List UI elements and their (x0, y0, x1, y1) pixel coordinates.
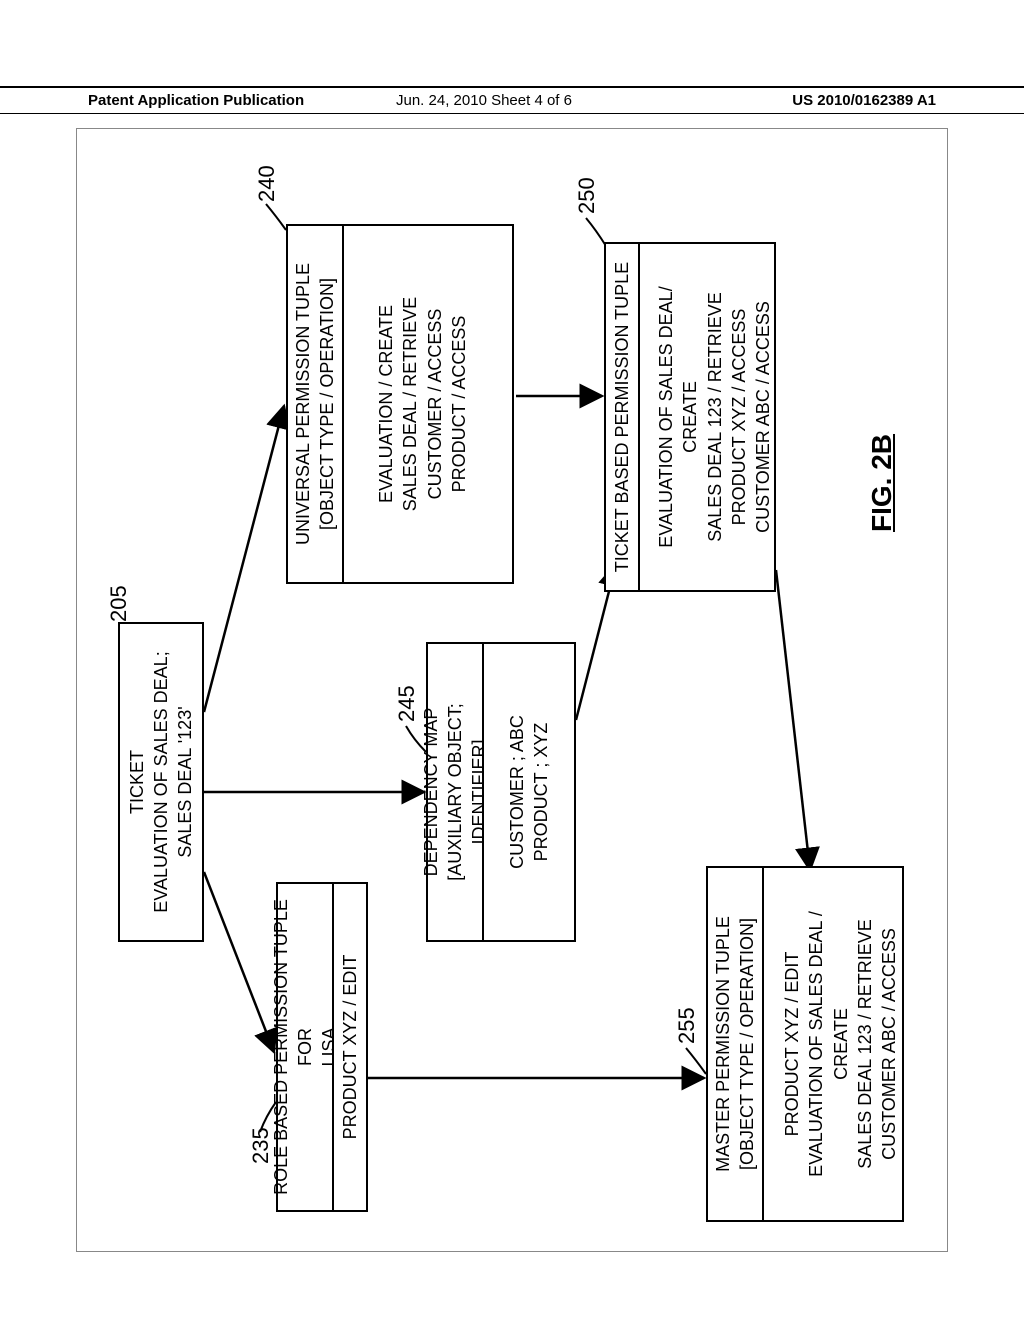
page-header: Patent Application Publication Jun. 24, … (0, 86, 1024, 114)
rolebased-title-l1: ROLE BASED PERMISSION TUPLE FOR (269, 894, 318, 1200)
tbt-title-box: TICKET BASED PERMISSION TUPLE (604, 242, 640, 592)
tbt-content-box: EVALUATION OF SALES DEAL/ CREATE SALES D… (640, 242, 776, 592)
master-c1: PRODUCT XYZ / EDIT (780, 952, 804, 1137)
dep-title-l1: DEPENDENCY MAP (419, 708, 443, 877)
ref-255: 255 (674, 1007, 700, 1044)
tbt-title: TICKET BASED PERMISSION TUPLE (610, 262, 634, 572)
ref-250: 250 (574, 177, 600, 214)
header-left: Patent Application Publication (88, 92, 304, 109)
univ-c2: SALES DEAL / RETRIEVE (398, 297, 422, 511)
dependency-title-box: DEPENDENCY MAP [AUXILIARY OBJECT; IDENTI… (426, 642, 484, 942)
rolebased-title-box: ROLE BASED PERMISSION TUPLE FOR LISA (276, 882, 334, 1212)
ticket-line2: SALES DEAL '123' (173, 706, 197, 857)
ref-235: 235 (248, 1127, 274, 1164)
tbt-c2: SALES DEAL 123 / RETRIEVE (703, 292, 727, 541)
univ-c1: EVALUATION / CREATE (374, 305, 398, 503)
dep-c1: CUSTOMER ; ABC (505, 715, 529, 869)
ref-240: 240 (254, 165, 280, 202)
master-title-l1: MASTER PERMISSION TUPLE (711, 916, 735, 1172)
figure-label: FIG. 2B (866, 434, 898, 532)
universal-title-box: UNIVERSAL PERMISSION TUPLE [OBJECT TYPE … (286, 224, 344, 584)
univ-c4: PRODUCT / ACCESS (447, 316, 471, 493)
header-center: Jun. 24, 2010 Sheet 4 of 6 (396, 92, 572, 109)
diagram-container: TICKET EVALUATION OF SALES DEAL; SALES D… (76, 128, 948, 1252)
univ-c3: CUSTOMER / ACCESS (423, 309, 447, 500)
master-c4: CUSTOMER ABC / ACCESS (877, 928, 901, 1160)
tbt-c4: CUSTOMER ABC / ACCESS (751, 301, 775, 533)
universal-content-box: EVALUATION / CREATE SALES DEAL / RETRIEV… (344, 224, 514, 584)
master-title-l2: [OBJECT TYPE / OPERATION] (735, 918, 759, 1170)
rolebased-content: PRODUCT XYZ / EDIT (338, 955, 362, 1140)
ref-245: 245 (394, 685, 420, 722)
master-c2: EVALUATION OF SALES DEAL / CREATE (804, 878, 853, 1210)
dependency-content-box: CUSTOMER ; ABC PRODUCT ; XYZ (484, 642, 576, 942)
tbt-c1: EVALUATION OF SALES DEAL/ CREATE (654, 254, 703, 580)
dep-c2: PRODUCT ; XYZ (529, 723, 553, 862)
rolebased-content-box: PRODUCT XYZ / EDIT (334, 882, 368, 1212)
ticket-title: TICKET (125, 750, 149, 814)
tbt-c3: PRODUCT XYZ / ACCESS (727, 309, 751, 526)
univ-title-l1: UNIVERSAL PERMISSION TUPLE (291, 263, 315, 545)
master-content-box: PRODUCT XYZ / EDIT EVALUATION OF SALES D… (764, 866, 904, 1222)
master-c3: SALES DEAL 123 / RETRIEVE (853, 919, 877, 1168)
ticket-box: TICKET EVALUATION OF SALES DEAL; SALES D… (118, 622, 204, 942)
header-right: US 2010/0162389 A1 (792, 92, 936, 109)
ticket-line1: EVALUATION OF SALES DEAL; (149, 651, 173, 912)
master-title-box: MASTER PERMISSION TUPLE [OBJECT TYPE / O… (706, 866, 764, 1222)
univ-title-l2: [OBJECT TYPE / OPERATION] (315, 278, 339, 530)
ref-205: 205 (106, 585, 132, 622)
